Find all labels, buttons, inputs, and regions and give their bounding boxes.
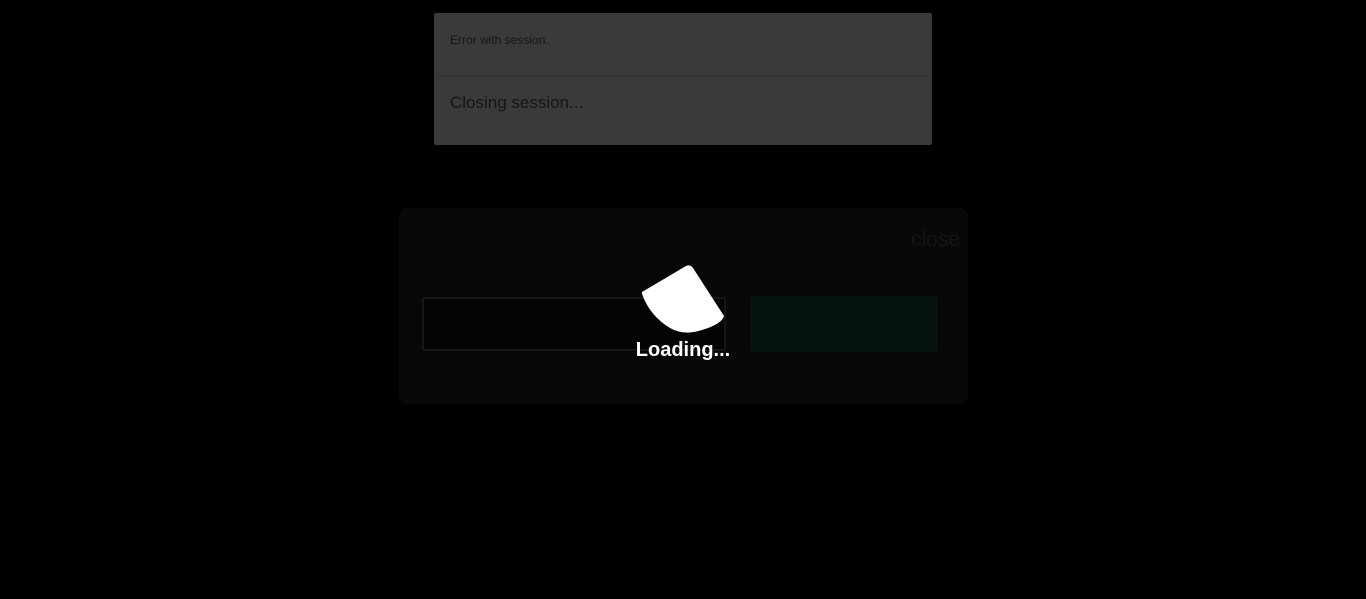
loading-overlay: Loading...: [600, 262, 766, 372]
notification-header: Error with session.: [434, 13, 932, 77]
spinner-icon: [642, 265, 724, 333]
notification-body: Closing session...: [434, 77, 932, 113]
close-button[interactable]: close: [911, 228, 960, 252]
notification-title: Error with session.: [450, 33, 549, 47]
screen: Error with session. Closing session... c…: [0, 0, 1366, 599]
notification-message: Closing session...: [450, 93, 584, 112]
loading-label: Loading...: [635, 339, 731, 361]
dialog-submit-button[interactable]: [750, 296, 938, 352]
error-notification: Error with session. Closing session...: [434, 13, 932, 145]
